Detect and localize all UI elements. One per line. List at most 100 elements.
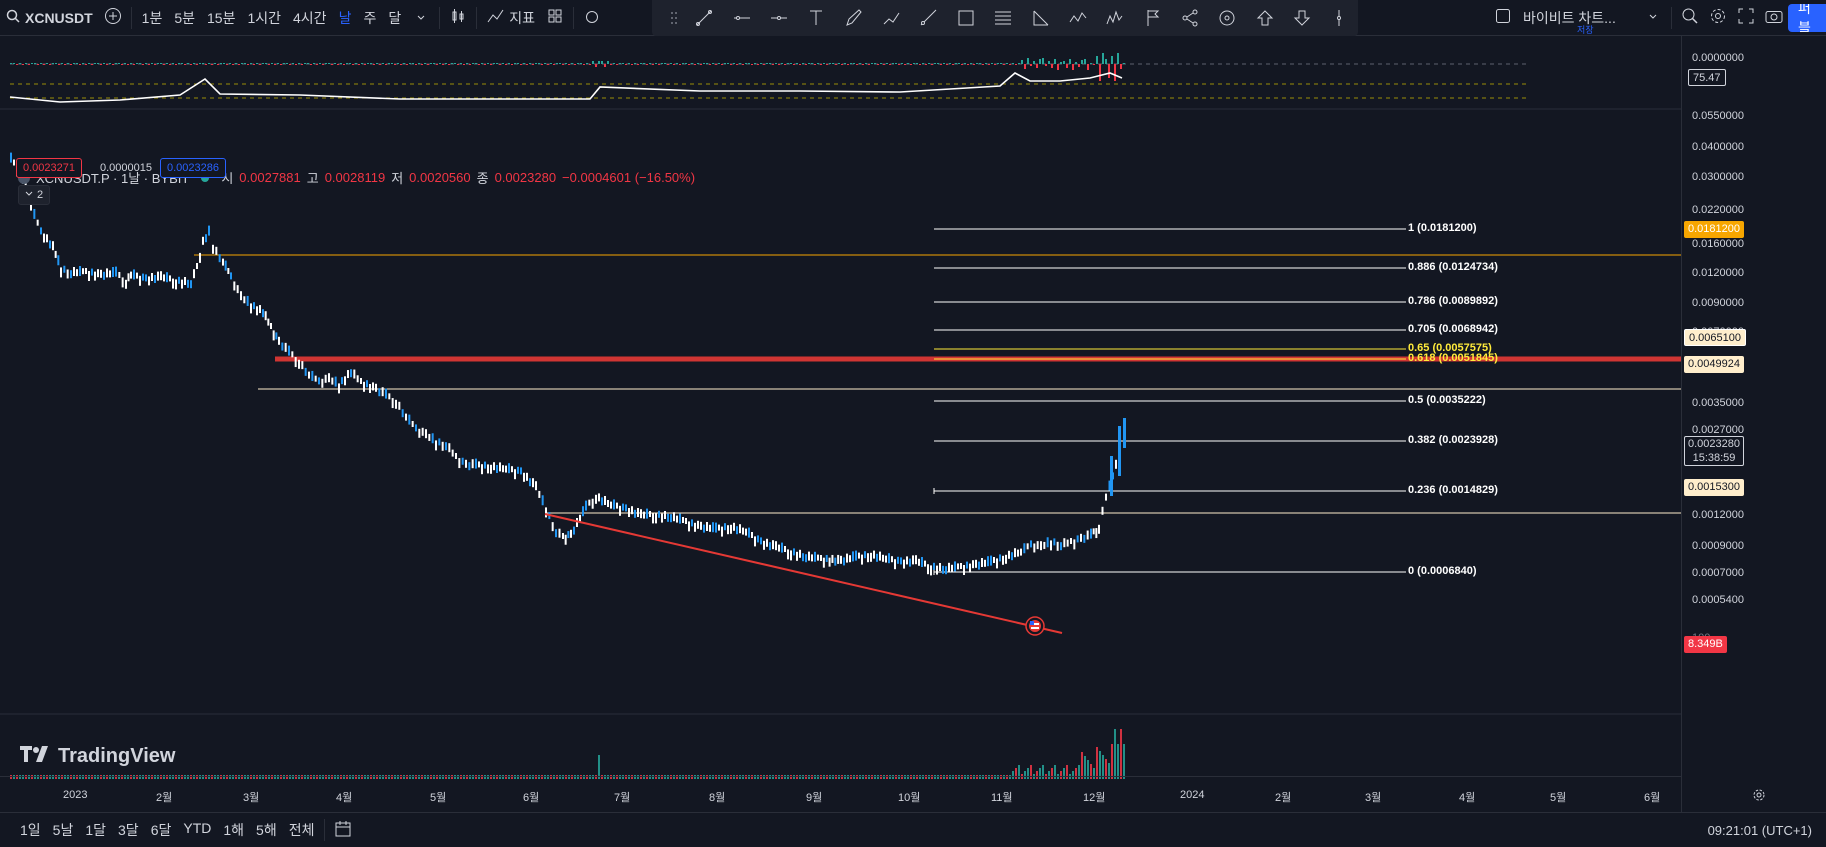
osc-bar: [145, 63, 147, 64]
timeframe-1m[interactable]: 1분: [136, 4, 169, 32]
chevron-down-icon: [416, 10, 426, 26]
templates-button[interactable]: [541, 4, 569, 32]
range-button[interactable]: 3달: [112, 820, 145, 840]
price-chart[interactable]: [0, 36, 1681, 812]
symbol-search-button[interactable]: XCNUSDT: [0, 4, 99, 32]
timeframe-4h[interactable]: 4시간: [287, 4, 333, 32]
osc-bar: [379, 64, 381, 65]
candle: [541, 495, 544, 506]
osc-bar: [118, 63, 120, 64]
osc-bar: [520, 64, 522, 65]
range-button[interactable]: YTD: [177, 820, 217, 840]
range-button[interactable]: 1달: [79, 820, 112, 840]
candle: [909, 558, 911, 567]
drag-handle-icon[interactable]: [662, 4, 686, 32]
chart-type-button[interactable]: [444, 4, 472, 32]
osc-bar: [1006, 63, 1008, 64]
publish-button[interactable]: 퍼블: [1788, 4, 1826, 32]
fib-retracement[interactable]: [933, 228, 1406, 575]
candlestick-series: [10, 152, 1126, 576]
osc-bar: [886, 63, 888, 64]
arrow-up-tool-icon[interactable]: [1246, 4, 1283, 32]
fullscreen-button[interactable]: [1732, 4, 1760, 32]
symbol-label: XCNUSDT: [25, 9, 93, 26]
osc-bar: [895, 63, 897, 64]
horizontal-line-tool-icon[interactable]: [760, 4, 797, 32]
osc-bar: [238, 64, 240, 65]
osc-bar: [1027, 58, 1029, 64]
time-axis-label: 5월: [1550, 792, 1567, 804]
range-button[interactable]: 6달: [145, 820, 178, 840]
timeframe-month[interactable]: 달: [382, 4, 407, 32]
rectangle-tool-icon[interactable]: [947, 4, 984, 32]
quick-search-button[interactable]: [1676, 4, 1704, 32]
timeframe-1h[interactable]: 1시간: [241, 4, 287, 32]
range-button[interactable]: 1일: [14, 820, 47, 840]
ray-tool-icon[interactable]: [910, 4, 947, 32]
downtrend-line[interactable]: [544, 513, 1063, 634]
candle: [308, 371, 310, 379]
layout-toggle[interactable]: [1489, 4, 1517, 32]
range-button[interactable]: 5해: [250, 820, 283, 840]
goto-date-button[interactable]: [329, 816, 357, 844]
osc-bar: [133, 64, 135, 65]
clock-timezone[interactable]: 09:21:01 (UTC+1): [1708, 823, 1812, 838]
chart-pane[interactable]: XCNUSDT.P · 1날 · BYBIT 시 0.0027881 고 0.002…: [0, 36, 1681, 812]
price-range-tool-icon[interactable]: [1209, 4, 1246, 32]
candle: [652, 513, 654, 524]
layout-dropdown[interactable]: [1639, 4, 1667, 32]
candle: [1046, 537, 1049, 548]
candle: [882, 554, 884, 562]
ask-price-button[interactable]: 0.0023286: [160, 158, 226, 178]
osc-bar: [712, 63, 714, 64]
alert-button[interactable]: [578, 4, 606, 32]
timeframe-week[interactable]: 주: [357, 4, 382, 32]
tradingview-logo[interactable]: TradingView: [20, 745, 175, 768]
path-tool-icon[interactable]: [872, 4, 909, 32]
time-axis[interactable]: 2023 2월 3월 4월 5월 6월 7월 8월 9월 10월 11월 12월 2024 2월 3월 4월 5…: [0, 776, 1681, 812]
timeframe-15m[interactable]: 15분: [201, 4, 241, 32]
share-tool-icon[interactable]: [1171, 4, 1208, 32]
text-tool-icon[interactable]: [798, 4, 835, 32]
axis-settings-button[interactable]: [1752, 788, 1766, 807]
range-button[interactable]: 전체: [283, 820, 321, 840]
elliott-wave-tool-icon[interactable]: [1059, 4, 1096, 32]
alarm-icon: [584, 8, 600, 27]
indicators-collapse-button[interactable]: 2: [18, 185, 51, 205]
timeframe-5m[interactable]: 5분: [168, 4, 201, 32]
layout-name-button[interactable]: 바이비트 차트... 저장: [1517, 4, 1639, 35]
brush-tool-icon[interactable]: [835, 4, 872, 32]
timeframe-dropdown[interactable]: [407, 4, 435, 32]
us-event-icon[interactable]: [1025, 616, 1045, 636]
settings-button[interactable]: [1704, 4, 1732, 32]
indicators-button[interactable]: 지표: [481, 4, 541, 32]
range-button[interactable]: 1해: [217, 820, 250, 840]
price-axis[interactable]: 0.0000000 75.47 0.0550000 0.0400000 0.0300…: [1681, 36, 1826, 812]
candle: [975, 559, 977, 568]
fib-retracement-tool-icon[interactable]: [984, 4, 1021, 32]
osc-bar: [253, 64, 255, 65]
time-axis-label: 7월: [614, 792, 631, 804]
pattern-tool-icon[interactable]: [1097, 4, 1134, 32]
vertical-line-tool-icon[interactable]: [1321, 4, 1358, 32]
snapshot-button[interactable]: [1760, 4, 1788, 32]
timeframe-day[interactable]: 날: [333, 4, 358, 32]
candle: [867, 553, 869, 563]
candle: [981, 558, 983, 567]
compare-symbol-button[interactable]: [99, 4, 127, 32]
candle: [227, 268, 230, 274]
volume-value-tag: 8.349B: [1684, 636, 1727, 653]
candle: [324, 374, 327, 383]
pitchfork-tool-icon[interactable]: [1022, 4, 1059, 32]
flag-marker-tool-icon[interactable]: [1134, 4, 1171, 32]
arrow-down-tool-icon[interactable]: [1283, 4, 1320, 32]
candle: [933, 562, 935, 570]
horizontal-ray-tool-icon[interactable]: [723, 4, 760, 32]
bid-price-button[interactable]: 0.0023271: [16, 158, 82, 178]
range-button[interactable]: 5날: [47, 820, 80, 840]
candle: [40, 227, 42, 235]
candle: [187, 279, 189, 288]
trend-line-tool-icon[interactable]: [686, 4, 723, 32]
osc-bar: [799, 64, 801, 65]
candle: [270, 323, 272, 329]
